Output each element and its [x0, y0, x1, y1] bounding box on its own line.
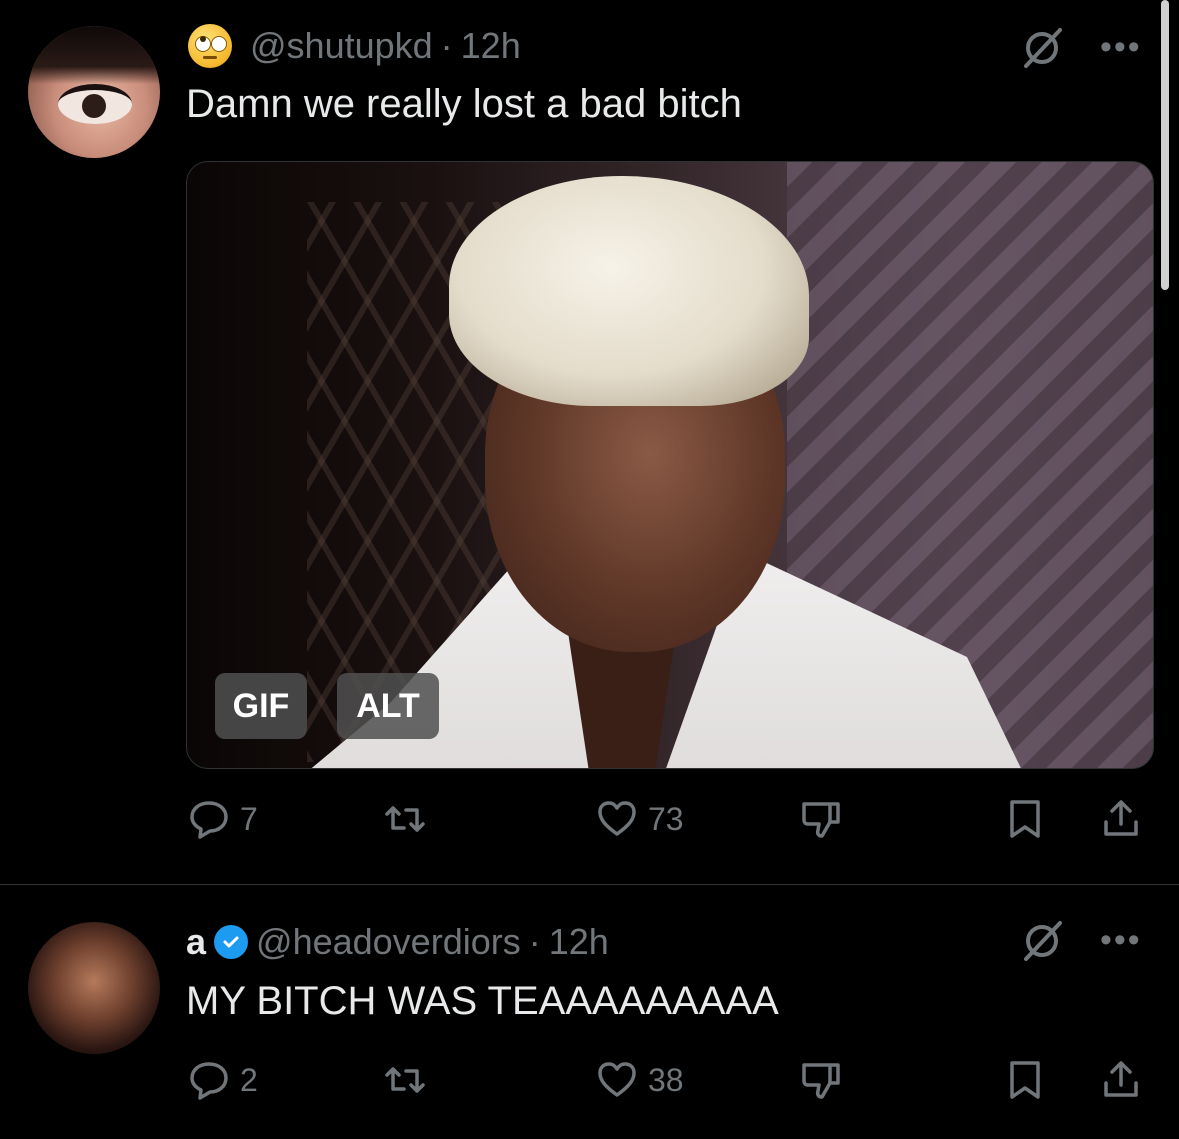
eye-roll-emoji-icon: [188, 24, 232, 68]
heart-icon: [598, 1062, 636, 1097]
scrollbar[interactable]: [1161, 0, 1169, 290]
heart-icon: [598, 801, 636, 836]
alt-badge[interactable]: ALT: [337, 673, 439, 739]
action-bar: 2 38: [0, 1051, 1179, 1111]
timestamp[interactable]: 12h: [461, 25, 521, 67]
tweet-text: Damn we really lost a bad bitch: [186, 82, 742, 126]
share-button[interactable]: [1100, 798, 1142, 840]
retweet-icon: [385, 806, 425, 832]
author-handle[interactable]: @shutupkd: [250, 25, 433, 67]
downvote-button[interactable]: [800, 1059, 842, 1101]
timestamp[interactable]: 12h: [549, 921, 609, 963]
tweet-text: MY BITCH WAS TEAAAAAAAAA: [186, 979, 779, 1023]
retweet-button[interactable]: [384, 798, 436, 840]
share-icon: [1104, 1061, 1138, 1097]
bookmark-icon: [1010, 1061, 1040, 1099]
verified-badge-icon: [214, 925, 249, 959]
tweet-header: a @headoverdiors · 12h: [186, 921, 609, 963]
tweet-header: @shutupkd · 12h: [188, 24, 521, 68]
share-icon: [1104, 800, 1138, 836]
author-handle[interactable]: @headoverdiors: [256, 921, 521, 963]
grok-icon[interactable]: [1020, 26, 1064, 70]
bookmark-button[interactable]: [1004, 798, 1046, 840]
downvote-button[interactable]: [800, 798, 842, 840]
reply-count: 2: [240, 1061, 258, 1098]
tweet-2[interactable]: a @headoverdiors · 12h ••• MY BITCH WAS …: [0, 885, 1179, 1139]
thumbs-down-icon: [802, 802, 840, 838]
like-count: 73: [648, 800, 684, 837]
gif-badge: GIF: [215, 673, 307, 739]
reply-icon: [190, 1062, 228, 1100]
reply-count: 7: [240, 800, 258, 837]
platinum-hair: [449, 176, 809, 406]
more-options-button[interactable]: •••: [1100, 28, 1142, 67]
tweet-gif[interactable]: GIF ALT: [186, 161, 1154, 769]
share-button[interactable]: [1100, 1059, 1142, 1101]
author-name[interactable]: a: [186, 921, 206, 963]
separator-dot: ·: [440, 25, 453, 66]
reply-icon: [190, 801, 228, 839]
action-bar: 7 73: [0, 790, 1179, 850]
like-count: 38: [648, 1061, 684, 1098]
tweet-1[interactable]: @shutupkd · 12h ••• Damn we really lost …: [0, 0, 1179, 884]
avatar-eye: [58, 84, 132, 124]
avatar[interactable]: [28, 26, 160, 158]
grok-icon[interactable]: [1020, 919, 1064, 963]
avatar-hair: [28, 26, 160, 84]
avatar[interactable]: [28, 922, 160, 1054]
thumbs-down-icon: [802, 1063, 840, 1099]
like-button[interactable]: 38: [596, 1059, 684, 1101]
bookmark-icon: [1010, 800, 1040, 838]
bookmark-button[interactable]: [1004, 1059, 1046, 1101]
reply-button[interactable]: 2: [188, 1059, 258, 1101]
separator-dot: ·: [528, 921, 541, 962]
more-options-button[interactable]: •••: [1100, 921, 1142, 960]
like-button[interactable]: 73: [596, 798, 684, 840]
retweet-button[interactable]: [384, 1059, 436, 1101]
retweet-icon: [385, 1067, 425, 1093]
reply-button[interactable]: 7: [188, 798, 258, 840]
